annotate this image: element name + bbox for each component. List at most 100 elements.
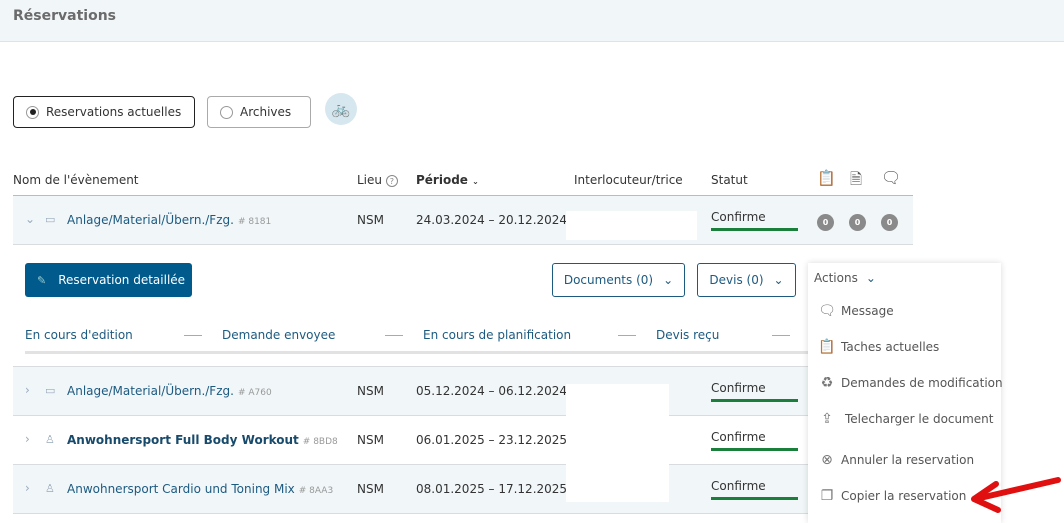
step-divider: [772, 335, 790, 336]
red-arrow-annotation: [966, 474, 1064, 514]
status-badge: Confirme: [711, 381, 798, 402]
menu-item-cancel[interactable]: ⊗ Annuler la reservation: [818, 452, 974, 468]
event-name-text: Anlage/Material/Übern./Fzg.: [67, 384, 234, 398]
document-icon: 🗎: [850, 169, 862, 194]
status-badge: Confirme: [711, 430, 798, 451]
lieu: NSM: [357, 433, 384, 447]
lieu: NSM: [357, 482, 384, 496]
step-divider: [618, 335, 636, 336]
clipboard-icon: 📋: [818, 339, 836, 355]
status-badge: Confirme: [711, 210, 798, 231]
filter-current[interactable]: Reservations actuelles: [13, 96, 195, 128]
recycle-icon: ♻: [818, 375, 836, 391]
step-divider: [184, 335, 202, 336]
tasks-icon: 📋: [817, 169, 836, 187]
cancel-circle-icon: ⊗: [818, 452, 836, 468]
event-name-text: Anlage/Material/Übern./Fzg.: [67, 213, 234, 227]
period: 08.01.2025 – 17.12.2025: [416, 482, 567, 496]
filter-archives[interactable]: Archives: [207, 96, 311, 128]
event-name[interactable]: Anwohnersport Full Body Workout # 8BD8: [67, 433, 338, 447]
actions-label: Actions: [814, 271, 858, 285]
menu-item-download[interactable]: ⇪ Telecharger le document: [818, 411, 994, 427]
menu-item-label: Taches actuelles: [841, 340, 939, 354]
event-name[interactable]: Anwohnersport Cardio und Toning Mix# 8AA…: [67, 482, 333, 496]
person-icon: ♙: [45, 482, 55, 495]
equipment-icon: ▭: [45, 213, 55, 226]
event-name[interactable]: Anlage/Material/Übern./Fzg. # A760: [67, 384, 272, 398]
pencil-icon: ✎: [37, 274, 46, 287]
event-id: # 8BD8: [303, 437, 338, 447]
period: 05.12.2024 – 06.12.2024: [416, 384, 567, 398]
event-name-text: Anwohnersport Cardio und Toning Mix: [67, 482, 295, 496]
devis-label: Devis (0): [709, 273, 763, 287]
table-row[interactable]: ⌄ ▭ Anlage/Material/Übern./Fzg.# 8181 NS…: [13, 196, 913, 245]
message-icon: 🗨: [881, 168, 901, 187]
event-id: # A760: [238, 388, 272, 398]
page-title: Réservations: [13, 8, 1051, 24]
documents-label: Documents (0): [564, 273, 653, 287]
chevron-down-icon: ⌄: [663, 273, 673, 287]
menu-item-label: Message: [841, 304, 894, 318]
contact-redacted: [566, 415, 669, 502]
menu-item-label: Copier la reservation: [841, 489, 966, 503]
devis-dropdown[interactable]: Devis (0) ⌄: [697, 263, 796, 297]
tasks-count: 0: [817, 214, 834, 231]
menu-item-label: Demandes de modification: [841, 376, 1003, 390]
message-icon: 🗨: [818, 303, 836, 319]
col-periode[interactable]: Période ⌄: [416, 173, 479, 187]
menu-item-copy[interactable]: ❐ Copier la reservation: [818, 488, 966, 504]
radio-icon: [220, 106, 233, 119]
help-icon[interactable]: ?: [386, 175, 398, 187]
chevron-right-icon[interactable]: ›: [25, 432, 30, 446]
filter-current-label: Reservations actuelles: [46, 105, 181, 119]
event-name[interactable]: Anlage/Material/Übern./Fzg. # 8181: [67, 213, 271, 227]
equipment-icon: ▭: [45, 384, 55, 397]
chevron-down-icon: ⌄: [774, 273, 784, 287]
menu-item-message[interactable]: 🗨 Message: [818, 303, 894, 319]
messages-count: 0: [881, 214, 898, 231]
copy-icon: ❐: [818, 488, 836, 504]
col-name[interactable]: Nom de l'évènement: [13, 173, 139, 187]
lieu: NSM: [357, 384, 384, 398]
chevron-down-icon: ⌄: [866, 271, 876, 285]
filter-archives-label: Archives: [240, 105, 291, 119]
menu-item-tasks[interactable]: 📋 Taches actuelles: [818, 339, 939, 355]
event-name-text: Anwohnersport Full Body Workout: [67, 433, 299, 447]
radio-icon: [26, 106, 39, 119]
reservation-detail-button[interactable]: ✎ Reservation detaillée: [25, 263, 192, 297]
chevron-down-icon[interactable]: ⌄: [25, 212, 35, 226]
actions-toggle[interactable]: Actions ⌄: [814, 271, 876, 285]
documents-count: 0: [849, 214, 866, 231]
step-sent: Demande envoyee: [222, 328, 335, 342]
page-header: Réservations: [0, 0, 1064, 42]
period: 06.01.2025 – 23.12.2025: [416, 433, 567, 447]
step-divider: [385, 335, 403, 336]
col-lieu[interactable]: Lieu ?: [357, 173, 398, 187]
menu-item-change-requests[interactable]: ♻ Demandes de modification: [818, 375, 1003, 391]
contact-redacted: [566, 384, 669, 417]
person-icon: ♙: [45, 433, 55, 446]
progress-track: [25, 351, 815, 354]
step-planning: En cours de planification: [423, 328, 571, 342]
menu-item-label: Telecharger le document: [845, 412, 994, 426]
col-lieu-label: Lieu: [357, 173, 382, 187]
table-row[interactable]: › ♙ Anwohnersport Cardio und Toning Mix#…: [13, 465, 913, 514]
chevron-right-icon[interactable]: ›: [25, 481, 30, 495]
col-periode-label: Période: [416, 173, 468, 187]
menu-item-label: Annuler la reservation: [841, 453, 974, 467]
col-contact[interactable]: Interlocuteur/trice: [574, 173, 683, 187]
documents-dropdown[interactable]: Documents (0) ⌄: [552, 263, 685, 297]
step-quote-received: Devis reçu: [656, 328, 719, 342]
table-row[interactable]: › ♙ Anwohnersport Full Body Workout # 8BD…: [13, 416, 913, 465]
sort-down-icon: ⌄: [472, 177, 479, 186]
event-id: # 8181: [238, 217, 271, 227]
bicycle-icon[interactable]: 🚲: [325, 93, 357, 125]
chevron-right-icon[interactable]: ›: [25, 383, 30, 397]
table-row[interactable]: › ▭ Anlage/Material/Übern./Fzg. # A760 NS…: [13, 367, 913, 416]
status-badge: Confirme: [711, 479, 798, 500]
contact-redacted: [566, 211, 697, 240]
reservation-detail-label: Reservation detaillée: [58, 273, 185, 287]
col-statut[interactable]: Statut: [711, 173, 748, 187]
period: 24.03.2024 – 20.12.2024: [416, 213, 567, 227]
upload-tray-icon: ⇪: [818, 411, 836, 427]
